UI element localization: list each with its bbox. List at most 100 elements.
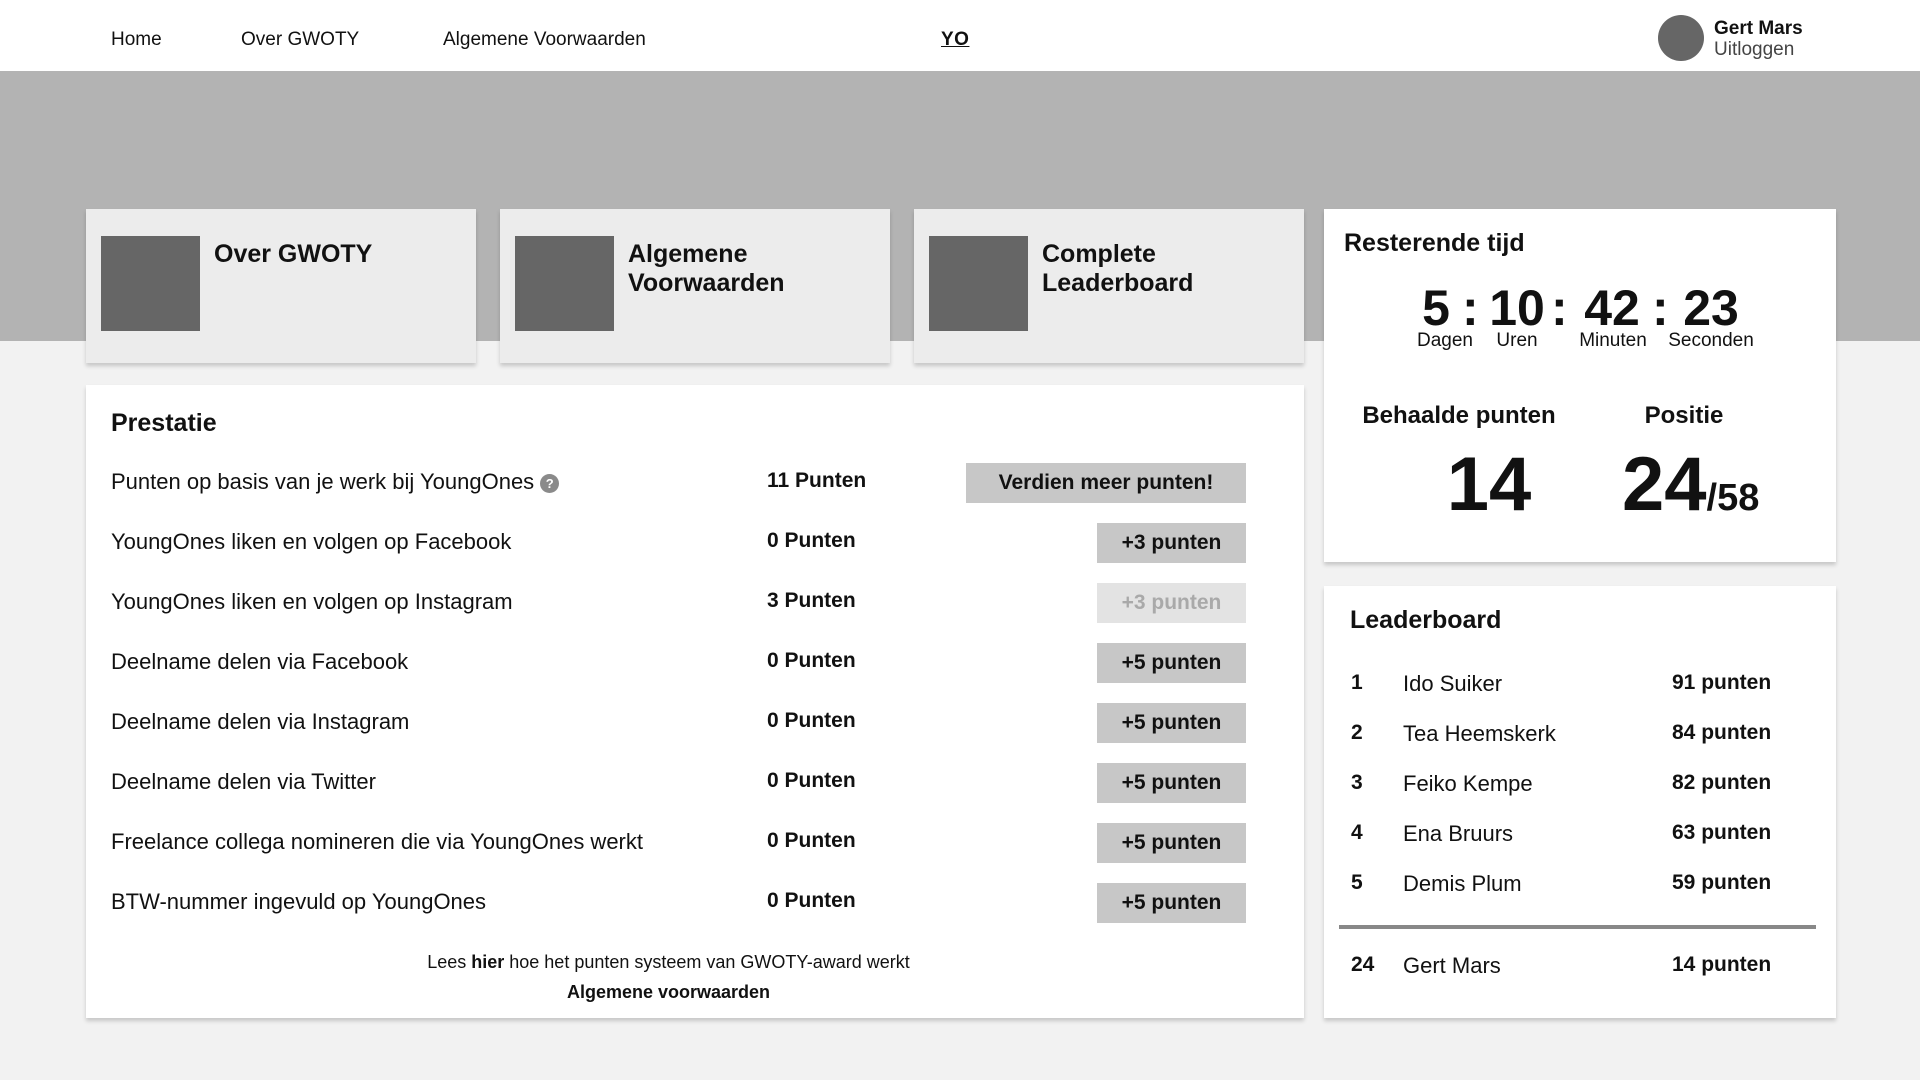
task-label: Deelname delen via Twitter <box>111 769 376 794</box>
task-label: BTW-nummer ingevuld op YoungOnes <box>111 889 487 914</box>
task-points: 0 Punten <box>767 769 856 792</box>
task-points: 11 Punten <box>767 469 867 492</box>
task-points: 0 Punten <box>767 649 856 672</box>
task-label: Deelname delen via Facebook <box>111 649 409 674</box>
tile-image <box>929 236 1028 331</box>
task-points: 3 Punten <box>767 589 856 612</box>
leaderboard-points: 84 punten <box>1672 721 1772 744</box>
nav-home[interactable]: Home <box>111 29 162 51</box>
terms-link[interactable]: Algemene voorwaarden <box>86 982 1251 1003</box>
share-instagram-button[interactable]: +5 punten <box>1097 703 1246 743</box>
leaderboard-points: 59 punten <box>1672 871 1772 894</box>
leaderboard-rank: 3 <box>1351 771 1363 794</box>
share-twitter-button[interactable]: +5 punten <box>1097 763 1246 803</box>
earn-more-button[interactable]: Verdien meer punten! <box>966 463 1246 503</box>
task-label: Deelname delen via Instagram <box>111 709 410 734</box>
leaderboard-rank: 2 <box>1351 721 1363 744</box>
logout-link[interactable]: Uitloggen <box>1714 39 1794 61</box>
task-row: YoungOnes liken en volgen op Facebook 0 … <box>86 523 1304 563</box>
leaderboard-row: 2 Tea Heemskerk 84 punten <box>1324 721 1836 751</box>
task-row: Punten op basis van je werk bij YoungOne… <box>86 463 1304 503</box>
task-points: 0 Punten <box>767 829 856 852</box>
task-label: Freelance collega nomineren die via Youn… <box>111 829 643 854</box>
tile-title: Algemene Voorwaarden <box>628 240 785 297</box>
avatar[interactable] <box>1658 15 1704 61</box>
task-row: Deelname delen via Twitter 0 Punten +5 p… <box>86 763 1304 803</box>
leaderboard-row: 1 Ido Suiker 91 punten <box>1324 671 1836 701</box>
timer-card: Resterende tijd 5 : 10 : 42 : 23 Dagen U… <box>1324 209 1836 562</box>
btw-button[interactable]: +5 punten <box>1097 883 1246 923</box>
user-name: Gert Mars <box>1714 18 1803 39</box>
leaderboard-card: Leaderboard 1 Ido Suiker 91 punten 2 Tea… <box>1324 586 1836 1018</box>
help-icon[interactable]: ? <box>540 473 560 493</box>
logo[interactable]: YO <box>941 29 969 51</box>
leaderboard-title: Leaderboard <box>1350 606 1502 634</box>
task-row: Freelance collega nomineren die via Youn… <box>86 823 1304 863</box>
task-row: BTW-nummer ingevuld op YoungOnes 0 Punte… <box>86 883 1304 923</box>
leaderboard-name: Demis Plum <box>1403 871 1522 896</box>
leaderboard-points: 82 punten <box>1672 771 1772 794</box>
task-row: YoungOnes liken en volgen op Instagram 3… <box>86 583 1304 623</box>
points-info-text: Lees hier hoe het punten systeem van GWO… <box>427 952 910 972</box>
timer-minutes: 42 <box>1584 280 1640 336</box>
leaderboard-rank: 4 <box>1351 821 1363 844</box>
leaderboard-points: 91 punten <box>1672 671 1772 694</box>
tile-image <box>515 236 614 331</box>
leaderboard-rank: 1 <box>1351 671 1363 694</box>
leaderboard-name: Feiko Kempe <box>1403 771 1533 796</box>
tile-image <box>101 236 200 331</box>
leaderboard-name: Ena Bruurs <box>1403 821 1514 846</box>
leaderboard-points: 14 punten <box>1672 953 1772 976</box>
leaderboard-points: 63 punten <box>1672 821 1772 844</box>
tile-over-gwoty[interactable]: Over GWOTY <box>86 209 476 363</box>
position-total: /58 <box>1706 477 1760 519</box>
task-points: 0 Punten <box>767 889 856 912</box>
tile-title: Complete Leaderboard <box>1042 240 1194 297</box>
task-points: 0 Punten <box>767 709 856 732</box>
task-label: YoungOnes liken en volgen op Facebook <box>111 529 512 554</box>
leaderboard-own-row: 24 Gert Mars 14 punten <box>1324 953 1836 983</box>
leaderboard-rank: 5 <box>1351 871 1363 894</box>
prestatie-title: Prestatie <box>111 409 217 437</box>
task-row: Deelname delen via Facebook 0 Punten +5 … <box>86 643 1304 683</box>
timer-days: 5 <box>1422 280 1450 336</box>
leaderboard-rank: 24 <box>1351 953 1375 976</box>
task-points: 0 Punten <box>767 529 856 552</box>
instagram-like-button[interactable]: +3 punten <box>1097 583 1246 623</box>
prestatie-card: Prestatie Punten op basis van je werk bi… <box>86 385 1304 1018</box>
tile-title: Over GWOTY <box>214 240 373 268</box>
points-label: Behaalde punten <box>1362 402 1556 429</box>
facebook-like-button[interactable]: +3 punten <box>1097 523 1246 563</box>
leaderboard-row: 4 Ena Bruurs 63 punten <box>1324 821 1836 851</box>
timer-seconds-label: Seconden <box>1668 330 1754 351</box>
task-label: Punten op basis van je werk bij YoungOne… <box>111 469 560 495</box>
share-facebook-button[interactable]: +5 punten <box>1097 643 1246 683</box>
nav-algemene-voorwaarden[interactable]: Algemene Voorwaarden <box>443 29 646 51</box>
tile-algemene-voorwaarden[interactable]: Algemene Voorwaarden <box>500 209 890 363</box>
task-row: Deelname delen via Instagram 0 Punten +5… <box>86 703 1304 743</box>
position-label: Positie <box>1644 402 1724 429</box>
nominate-button[interactable]: +5 punten <box>1097 823 1246 863</box>
leaderboard-divider <box>1339 925 1816 929</box>
leaderboard-row: 5 Demis Plum 59 punten <box>1324 871 1836 901</box>
points-info-link[interactable]: hier <box>471 952 504 972</box>
total-points: 14 <box>1446 442 1532 527</box>
leaderboard-name: Gert Mars <box>1403 953 1501 978</box>
timer-separator: : <box>1652 280 1669 336</box>
timer-hours: 10 <box>1489 280 1545 336</box>
timer-seconds: 23 <box>1683 280 1739 336</box>
timer-minutes-label: Minuten <box>1579 330 1647 351</box>
position-value: 24/58 <box>1622 442 1760 527</box>
timer-separator: : <box>1551 280 1568 336</box>
timer-days-label: Dagen <box>1417 330 1473 351</box>
timer-separator: : <box>1462 280 1479 336</box>
leaderboard-row: 3 Feiko Kempe 82 punten <box>1324 771 1836 801</box>
nav-over-gwoty[interactable]: Over GWOTY <box>241 29 359 51</box>
leaderboard-name: Tea Heemskerk <box>1403 721 1556 746</box>
top-nav: Home Over GWOTY Algemene Voorwaarden YO … <box>0 0 1920 71</box>
task-label: YoungOnes liken en volgen op Instagram <box>111 589 513 614</box>
timer-title: Resterende tijd <box>1344 229 1525 257</box>
leaderboard-name: Ido Suiker <box>1403 671 1503 696</box>
timer-hours-label: Uren <box>1496 330 1538 351</box>
tile-complete-leaderboard[interactable]: Complete Leaderboard <box>914 209 1304 363</box>
